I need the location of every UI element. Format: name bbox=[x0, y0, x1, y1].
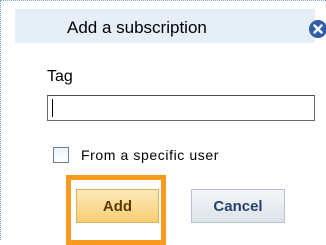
specific-user-label[interactable]: From a specific user bbox=[81, 147, 219, 163]
specific-user-option[interactable]: From a specific user bbox=[53, 145, 219, 165]
tag-label: Tag bbox=[47, 68, 73, 85]
dialog-title: Add a subscription bbox=[67, 18, 207, 37]
add-subscription-dialog: Add a subscription Tag From a specific u… bbox=[0, 0, 326, 245]
close-icon[interactable] bbox=[309, 20, 326, 38]
cancel-button[interactable]: Cancel bbox=[191, 189, 285, 223]
specific-user-checkbox[interactable] bbox=[53, 147, 69, 163]
tag-input[interactable] bbox=[47, 95, 315, 121]
add-button[interactable]: Add bbox=[76, 189, 159, 223]
text-caret bbox=[52, 99, 53, 117]
dialog-title-bar: Add a subscription bbox=[15, 9, 326, 43]
